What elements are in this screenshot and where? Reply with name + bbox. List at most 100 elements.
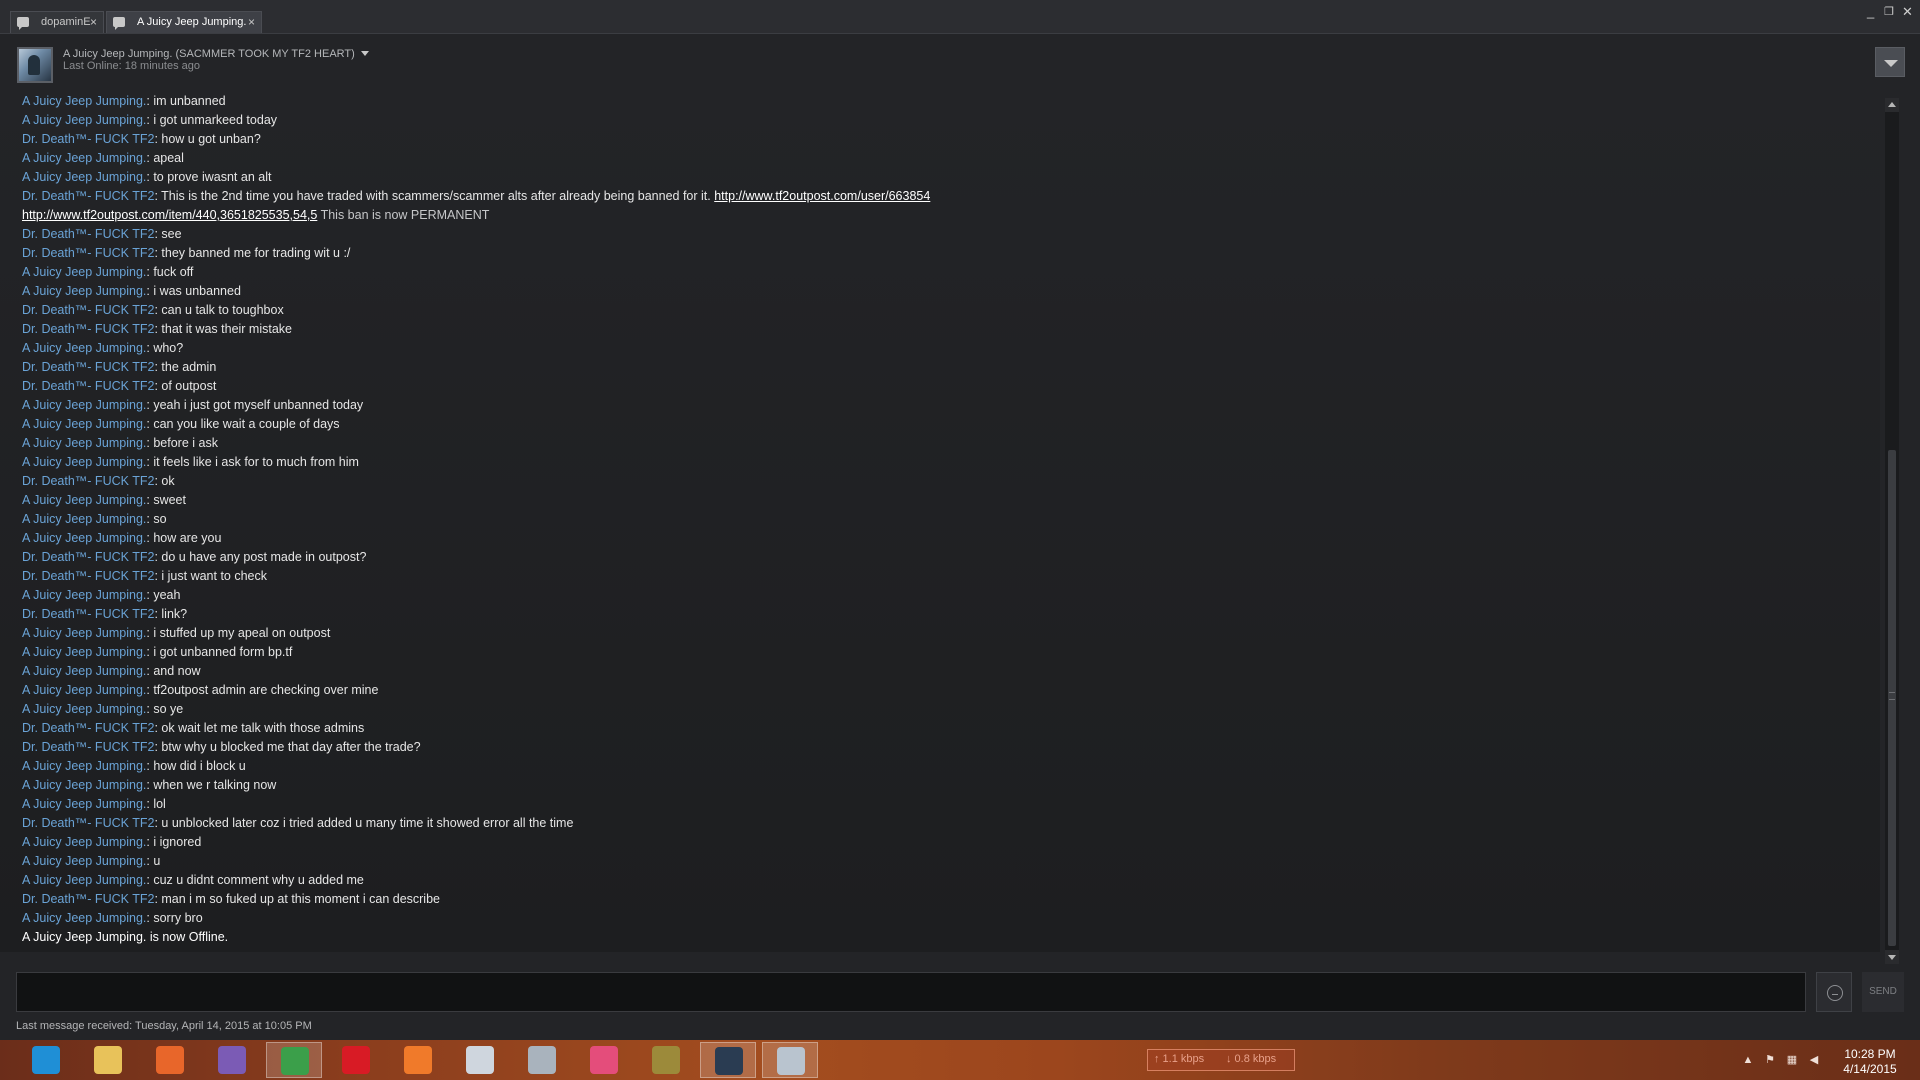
taskbar-app-button[interactable] (390, 1042, 446, 1078)
message-sender[interactable]: A Juicy Jeep Jumping. (22, 455, 146, 469)
emoticon-button[interactable] (1816, 972, 1852, 1012)
message-sender[interactable]: A Juicy Jeep Jumping. (22, 911, 146, 925)
message-link[interactable]: http://www.tf2outpost.com/user/663854 (714, 189, 930, 203)
chat-message: Dr. Death™- FUCK TF2: see (22, 225, 1872, 244)
taskbar-app-button[interactable] (18, 1042, 74, 1078)
restore-icon[interactable]: ❐ (1884, 5, 1894, 18)
message-link[interactable]: http://www.tf2outpost.com/item/440,36518… (22, 208, 317, 222)
chat-message: A Juicy Jeep Jumping.: yeah i just got m… (22, 396, 1872, 415)
opera-icon (342, 1046, 370, 1074)
message-sender[interactable]: Dr. Death™- FUCK TF2 (22, 892, 154, 906)
scrollbar-thumb[interactable] (1888, 450, 1896, 946)
taskbar-app-button[interactable] (80, 1042, 136, 1078)
message-sender[interactable]: A Juicy Jeep Jumping. (22, 778, 146, 792)
message-sender[interactable]: Dr. Death™- FUCK TF2 (22, 474, 154, 488)
message-list: A Juicy Jeep Jumping.: im unbanned A Juic… (22, 92, 1872, 947)
chat-message: Dr. Death™- FUCK TF2: i just want to che… (22, 567, 1872, 586)
taskbar-app-button[interactable] (142, 1042, 198, 1078)
tray-expand-icon[interactable]: ▲ (1742, 1054, 1754, 1066)
friend-name[interactable]: A Juicy Jeep Jumping. (SACMMER TOOK MY T… (63, 48, 355, 60)
message-sender[interactable]: Dr. Death™- FUCK TF2 (22, 132, 154, 146)
message-sender[interactable]: A Juicy Jeep Jumping. (22, 854, 146, 868)
taskbar-app-button[interactable] (700, 1042, 756, 1078)
message-sender[interactable]: A Juicy Jeep Jumping. (22, 626, 146, 640)
message-sender[interactable]: A Juicy Jeep Jumping. (22, 797, 146, 811)
chat-message: A Juicy Jeep Jumping.: i ignored (22, 833, 1872, 852)
message-sender[interactable]: A Juicy Jeep Jumping. (22, 873, 146, 887)
message-sender[interactable]: A Juicy Jeep Jumping. (22, 759, 146, 773)
message-sender[interactable]: Dr. Death™- FUCK TF2 (22, 816, 154, 830)
message-sender[interactable]: A Juicy Jeep Jumping. (22, 512, 146, 526)
taskbar-app-button[interactable] (576, 1042, 632, 1078)
tab-a-juicy-jeep-jumping[interactable]: A Juicy Jeep Jumping. × (106, 11, 262, 33)
status-message: A Juicy Jeep Jumping. is now Offline. (22, 928, 1872, 947)
message-text: i got unbanned form bp.tf (153, 645, 293, 659)
firefox-icon (156, 1046, 184, 1074)
message-sender[interactable]: A Juicy Jeep Jumping. (22, 170, 146, 184)
message-text: i was unbanned (153, 284, 241, 298)
minimize-icon[interactable]: _ (1867, 4, 1874, 19)
message-sender[interactable]: Dr. Death™- FUCK TF2 (22, 569, 154, 583)
message-sender[interactable]: A Juicy Jeep Jumping. (22, 645, 146, 659)
chat-menu-button[interactable] (1875, 47, 1905, 77)
close-window-icon[interactable]: ✕ (1902, 4, 1913, 20)
message-sender[interactable]: A Juicy Jeep Jumping. (22, 588, 146, 602)
message-sender[interactable]: A Juicy Jeep Jumping. (22, 398, 146, 412)
action-center-flag-icon[interactable]: ⚑ (1764, 1054, 1776, 1066)
message-sender[interactable]: A Juicy Jeep Jumping. (22, 531, 146, 545)
message-input[interactable] (16, 972, 1806, 1012)
message-sender[interactable]: A Juicy Jeep Jumping. (22, 265, 146, 279)
message-sender[interactable]: A Juicy Jeep Jumping. (22, 835, 146, 849)
message-text: ok wait let me talk with those admins (161, 721, 365, 735)
message-sender[interactable]: A Juicy Jeep Jumping. (22, 702, 146, 716)
message-sender[interactable]: Dr. Death™- FUCK TF2 (22, 607, 154, 621)
clock-date[interactable]: 4/14/2015 (1830, 1062, 1910, 1076)
message-sender[interactable]: A Juicy Jeep Jumping. (22, 341, 146, 355)
message-sender[interactable]: A Juicy Jeep Jumping. (22, 436, 146, 450)
message-sender[interactable]: Dr. Death™- FUCK TF2 (22, 379, 154, 393)
message-sender[interactable]: A Juicy Jeep Jumping. (22, 113, 146, 127)
close-tab-icon[interactable]: × (248, 12, 255, 32)
message-sender[interactable]: A Juicy Jeep Jumping. (22, 493, 146, 507)
avatar[interactable] (17, 47, 53, 83)
message-sender[interactable]: Dr. Death™- FUCK TF2 (22, 246, 154, 260)
scanner-icon (528, 1046, 556, 1074)
taskbar-app-button[interactable] (328, 1042, 384, 1078)
message-sender[interactable]: Dr. Death™- FUCK TF2 (22, 360, 154, 374)
taskbar-app-button[interactable] (452, 1042, 508, 1078)
message-sender[interactable]: A Juicy Jeep Jumping. (22, 151, 146, 165)
download-speed: ↓ 0.8 kbps (1226, 1053, 1277, 1065)
message-sender[interactable]: Dr. Death™- FUCK TF2 (22, 189, 154, 203)
message-sender[interactable]: Dr. Death™- FUCK TF2 (22, 740, 154, 754)
message-text: how u got unban? (161, 132, 261, 146)
volume-icon[interactable]: ◀ (1808, 1054, 1820, 1066)
message-sender[interactable]: A Juicy Jeep Jumping. (22, 284, 146, 298)
clock-time[interactable]: 10:28 PM (1830, 1047, 1910, 1061)
send-button[interactable]: SEND (1862, 972, 1904, 1012)
message-sender[interactable]: A Juicy Jeep Jumping. (22, 683, 146, 697)
network-icon[interactable]: ▦ (1786, 1054, 1798, 1066)
message-sender[interactable]: A Juicy Jeep Jumping. (22, 417, 146, 431)
chevron-down-icon[interactable] (361, 51, 369, 56)
message-sender[interactable]: A Juicy Jeep Jumping. (22, 664, 146, 678)
tab-dopamine[interactable]: dopaminE × (10, 11, 104, 33)
taskbar-app-button[interactable] (514, 1042, 570, 1078)
close-tab-icon[interactable]: × (90, 12, 97, 32)
taskbar-app-button[interactable] (204, 1042, 260, 1078)
chat-header: A Juicy Jeep Jumping. (SACMMER TOOK MY T… (0, 35, 1920, 85)
taskbar-app-button[interactable] (762, 1042, 818, 1078)
message-text: u unblocked later coz i tried added u ma… (161, 816, 574, 830)
message-sender[interactable]: A Juicy Jeep Jumping. (22, 94, 146, 108)
message-text: tf2outpost admin are checking over mine (153, 683, 379, 697)
message-sender[interactable]: Dr. Death™- FUCK TF2 (22, 227, 154, 241)
chat-message: A Juicy Jeep Jumping.: apeal (22, 149, 1872, 168)
taskbar-app-button[interactable] (266, 1042, 322, 1078)
chat-message: Dr. Death™- FUCK TF2: ok wait let me tal… (22, 719, 1872, 738)
message-sender[interactable]: Dr. Death™- FUCK TF2 (22, 550, 154, 564)
chat-scrollbar[interactable] (1885, 98, 1899, 964)
taskbar-app-button[interactable] (638, 1042, 694, 1078)
message-sender[interactable]: Dr. Death™- FUCK TF2 (22, 322, 154, 336)
message-sender[interactable]: Dr. Death™- FUCK TF2 (22, 721, 154, 735)
scroll-up-icon[interactable] (1885, 98, 1899, 112)
message-sender[interactable]: Dr. Death™- FUCK TF2 (22, 303, 154, 317)
